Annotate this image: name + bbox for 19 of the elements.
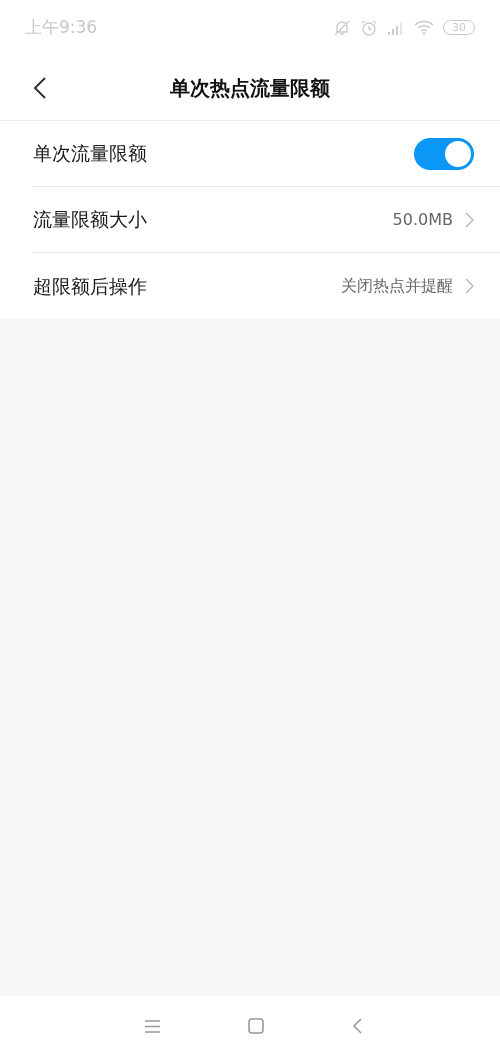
settings-row[interactable]: 单次流量限额 bbox=[33, 121, 500, 187]
home-icon[interactable] bbox=[247, 1018, 264, 1034]
chevron-right-icon bbox=[465, 278, 474, 294]
setting-label: 单次流量限额 bbox=[33, 141, 147, 167]
alarm-icon bbox=[360, 18, 378, 37]
setting-value: 关闭热点并提醒 bbox=[341, 275, 453, 297]
signal-icon bbox=[387, 20, 405, 35]
setting-label: 超限额后操作 bbox=[33, 273, 147, 299]
wifi-icon bbox=[414, 20, 434, 35]
page-title: 单次热点流量限额 bbox=[170, 74, 330, 102]
toggle-switch[interactable] bbox=[414, 137, 474, 170]
bell-muted-icon bbox=[333, 18, 351, 37]
settings-row[interactable]: 超限额后操作 关闭热点并提醒 bbox=[33, 253, 500, 319]
setting-value: 50.0MB bbox=[392, 208, 453, 231]
menu-icon[interactable] bbox=[144, 1019, 160, 1033]
settings-row[interactable]: 流量限额大小 50.0MB bbox=[33, 187, 500, 253]
chevron-right-icon bbox=[465, 211, 474, 228]
setting-label: 流量限额大小 bbox=[33, 207, 147, 233]
back-icon[interactable] bbox=[33, 76, 46, 99]
